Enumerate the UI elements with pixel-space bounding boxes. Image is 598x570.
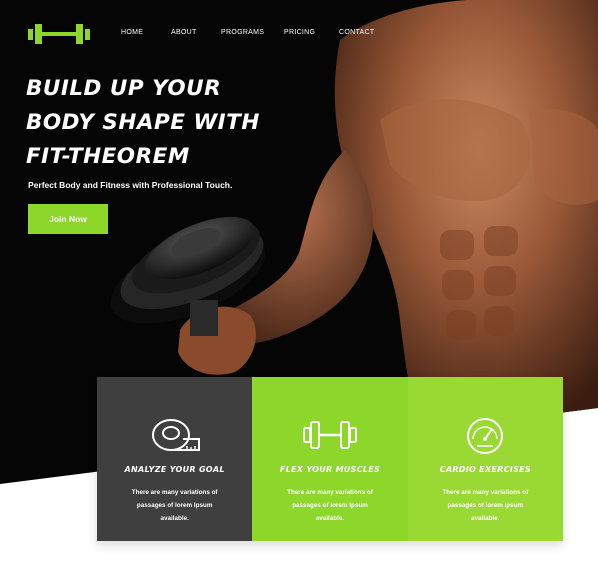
feature-description: There are many variations of passages of… — [430, 486, 540, 525]
nav-pricing[interactable]: PRICING — [284, 29, 315, 36]
dumbbell-icon — [302, 421, 357, 449]
nav-contact[interactable]: CONTACT — [339, 29, 374, 36]
headline-line-2: BODY SHAPE WITH — [26, 110, 260, 135]
feature-text-line: There are many variations of — [287, 489, 373, 496]
feature-text-line: available. — [471, 515, 500, 522]
feature-text-line: available. — [315, 515, 345, 522]
feature-card-analyze[interactable]: ANALYZE YOUR GOAL There are many variati… — [97, 377, 253, 541]
join-now-button[interactable]: Join Now — [28, 204, 108, 234]
feature-title: ANALYZE YOUR GOAL — [124, 465, 225, 474]
nav-programs[interactable]: PROGRAMS — [221, 29, 264, 36]
logo-dumbbell-icon[interactable] — [28, 22, 90, 46]
feature-text-line: There are many variations of — [131, 489, 218, 496]
feature-text-line: passages of lorem Ipsum — [292, 502, 368, 509]
feature-text-line: passages of lorem Ipsum — [447, 502, 524, 509]
feature-card-flex[interactable]: FLEX YOUR MUSCLES There are many variati… — [252, 377, 408, 541]
headline-line-3: FIT-THEOREM — [26, 144, 190, 169]
feature-text-line: available. — [160, 515, 189, 522]
feature-description: There are many variations of passages of… — [120, 486, 230, 525]
hero-headline: BUILD UP YOUR BODY SHAPE WITH FIT-THEORE… — [26, 72, 260, 174]
feature-title: CARDIO EXERCISES — [439, 465, 531, 474]
measuring-tape-icon — [151, 419, 200, 451]
feature-title: FLEX YOUR MUSCLES — [279, 465, 381, 474]
nav-about[interactable]: ABOUT — [171, 29, 197, 36]
hero-tagline: Perfect Body and Fitness with Profession… — [28, 180, 233, 190]
nav-home[interactable]: HOME — [121, 29, 143, 36]
feature-text-line: passages of lorem Ipsum — [136, 502, 213, 509]
headline-line-1: BUILD UP YOUR — [26, 76, 222, 101]
features-row: ANALYZE YOUR GOAL There are many variati… — [97, 377, 563, 541]
speedometer-icon — [467, 418, 504, 454]
feature-text-line: There are many variations of — [442, 489, 529, 496]
feature-card-cardio[interactable]: CARDIO EXERCISES There are many variatio… — [407, 377, 563, 541]
feature-description: There are many variations of passages of… — [275, 486, 385, 525]
